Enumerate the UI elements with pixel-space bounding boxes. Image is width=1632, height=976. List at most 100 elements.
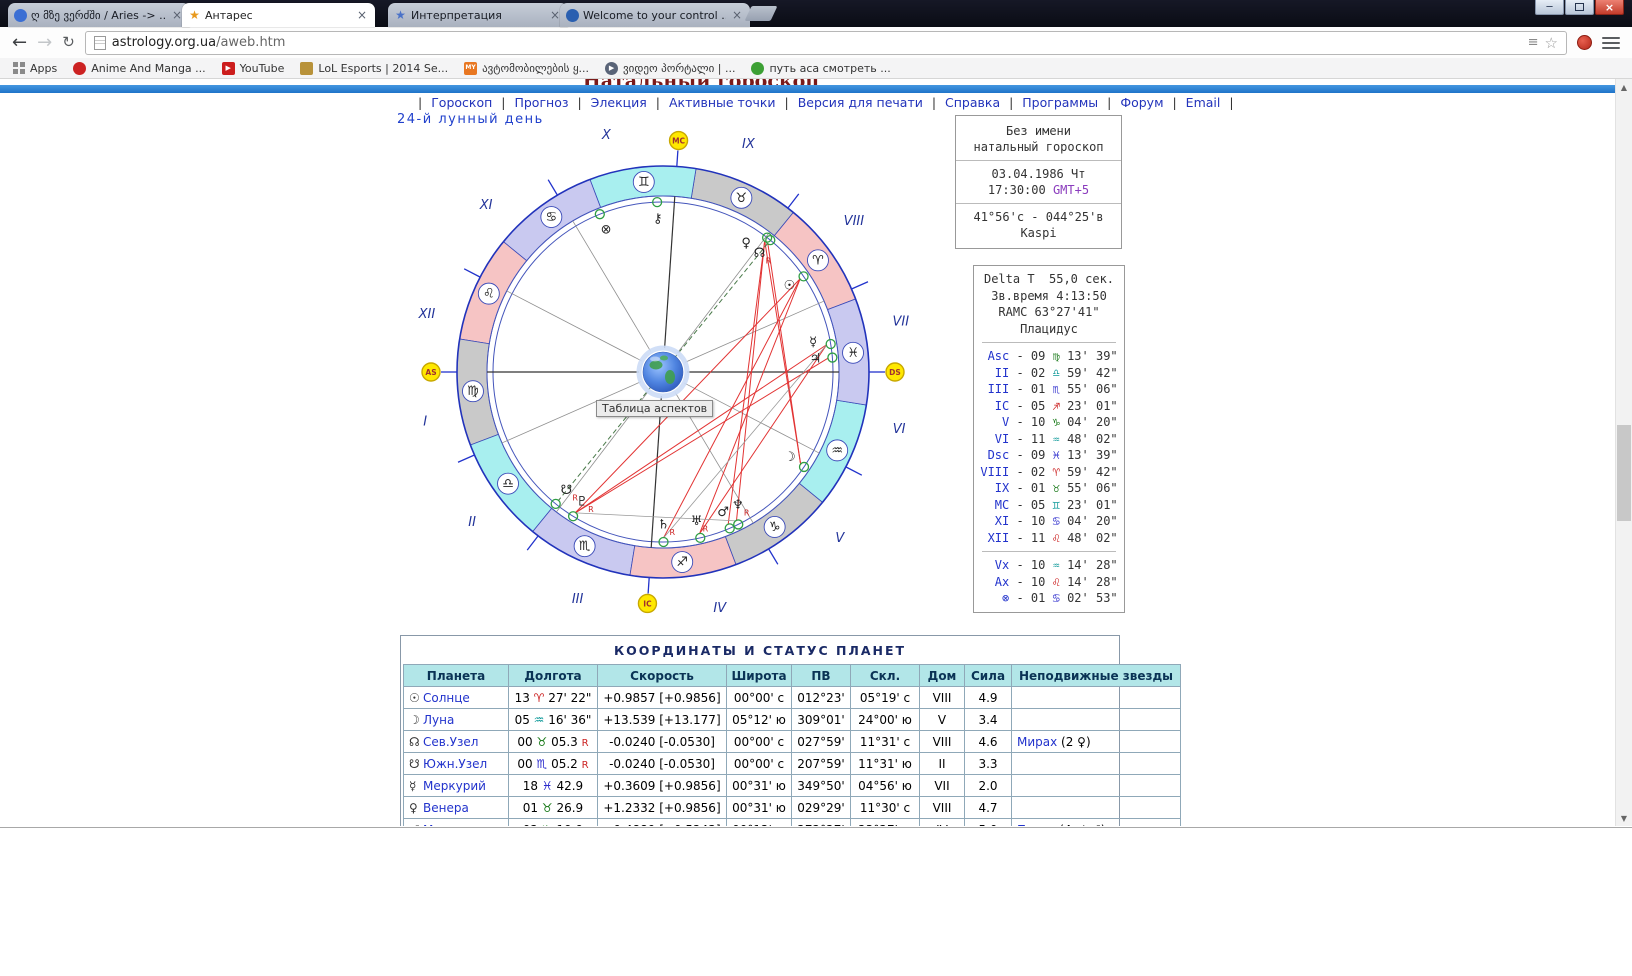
pv-cell: 027°59' bbox=[791, 730, 851, 753]
delta-t: Delta T 55,0 сек. bbox=[983, 272, 1115, 286]
axis-label: IC bbox=[643, 599, 652, 608]
cusp-label: XII bbox=[980, 530, 1010, 545]
sign-glyph: ♒ bbox=[533, 712, 545, 727]
planet-link[interactable]: Венера bbox=[423, 801, 469, 815]
browser-tab[interactable]: Welcome to your control ... × bbox=[560, 3, 750, 27]
nav-link[interactable]: Справка bbox=[945, 95, 1000, 110]
reload-button[interactable]: ↻ bbox=[62, 35, 75, 50]
cusp-label: MC bbox=[980, 497, 1010, 512]
browser-tab[interactable]: ★ Антарес × bbox=[182, 3, 375, 27]
cusp-tick bbox=[457, 454, 475, 463]
cusp-label: VIII bbox=[980, 464, 1010, 479]
window-maximize-button[interactable] bbox=[1565, 0, 1594, 15]
center-globe[interactable] bbox=[636, 345, 690, 399]
bookmark-favicon: ▶ bbox=[605, 61, 619, 75]
planet-link[interactable]: Сев.Узел bbox=[423, 735, 478, 749]
table-row: ☋ Южн.Узел 00 ♏ 05.2 R -0.0240 [-0.0530] 00°… bbox=[403, 752, 1181, 775]
house-cusp-row: II - 02 ♎ 59' 42" bbox=[980, 365, 1118, 380]
forward-button[interactable]: → bbox=[37, 33, 52, 52]
retrograde-mark: R bbox=[588, 505, 594, 514]
sign-glyph: ♍ bbox=[1052, 349, 1060, 363]
nav-link[interactable]: Форум bbox=[1120, 95, 1163, 110]
power-cell: 3.3 bbox=[964, 752, 1012, 775]
house-cusp-row: IX - 01 ♉ 55' 06" bbox=[980, 481, 1118, 495]
bookmark-item[interactable]: Apps bbox=[12, 62, 57, 75]
sign-glyph: ♓ bbox=[1052, 448, 1060, 462]
house-cusp-row: IC - 05 ♐ 23' 01" bbox=[980, 398, 1118, 413]
fixed-star-link[interactable]: Мирах bbox=[1017, 735, 1057, 749]
speed-cell: +1.2332 [+0.9856] bbox=[597, 796, 727, 819]
page-action-icon[interactable]: ≡ bbox=[1528, 35, 1539, 50]
address-bar[interactable]: astrology.org.ua/aweb.htm ≡ ☆ bbox=[84, 30, 1567, 55]
column-header: Неподвижные звезды bbox=[1011, 664, 1181, 687]
new-tab-button[interactable] bbox=[744, 6, 778, 21]
sign-glyph: ♑ bbox=[542, 823, 553, 827]
power-cell: 5.0 bbox=[964, 818, 1012, 826]
sign-glyph: ♋ bbox=[546, 210, 558, 225]
column-header: Скл. bbox=[850, 664, 920, 687]
scroll-down-button[interactable]: ▼ bbox=[1616, 810, 1632, 826]
table-row: ♀ Венера 01 ♉ 26.9 +1.2332 [+0.9856] 00°31' … bbox=[403, 796, 1181, 819]
bookmark-item[interactable]: Anime And Manga ... bbox=[73, 61, 206, 75]
cusp-list: Asc - 09 ♍ 13' 39" II - 02 ♎ 59' 42" III… bbox=[974, 348, 1124, 546]
bookmark-favicon bbox=[73, 61, 87, 75]
jupiter-glyph: ♃ bbox=[810, 352, 822, 367]
nav-link[interactable]: Email bbox=[1186, 95, 1221, 110]
bookmark-item[interactable]: LoL Esports | 2014 Se... bbox=[300, 61, 448, 75]
sign-glyph: ♑ bbox=[1052, 415, 1060, 429]
scroll-up-button[interactable]: ▲ bbox=[1616, 79, 1632, 95]
retrograde-mark: R bbox=[581, 759, 589, 771]
cusp-label: V bbox=[980, 415, 1010, 429]
tab-close-icon[interactable]: × bbox=[730, 8, 744, 22]
sun-glyph: ☉ bbox=[784, 278, 796, 293]
tab-title: Welcome to your control ... bbox=[583, 8, 726, 22]
fixed-star-cell bbox=[1011, 686, 1181, 709]
browser-tab[interactable]: ღ მზე ვერძში / Aries -> ... × bbox=[8, 3, 190, 27]
sign-glyph: ♏ bbox=[1052, 382, 1060, 396]
scrollbar-thumb[interactable] bbox=[1617, 425, 1631, 521]
menu-icon[interactable] bbox=[1602, 36, 1620, 49]
latitude-cell: 00°31' ю bbox=[726, 796, 792, 819]
planet-link[interactable]: Южн.Узел bbox=[423, 757, 487, 771]
cusp-tick bbox=[647, 577, 650, 594]
house-number: XI bbox=[479, 198, 493, 213]
birth-coords: 41°56'с - 044°25'в bbox=[973, 210, 1104, 224]
house-number: X bbox=[601, 128, 612, 143]
bookmark-item[interactable]: ▶ YouTube bbox=[221, 61, 284, 75]
sign-glyph: ♌ bbox=[1052, 574, 1060, 589]
tab-close-icon[interactable]: × bbox=[355, 8, 369, 22]
house-cell: V bbox=[919, 708, 965, 731]
latitude-cell: 00°00' с bbox=[726, 752, 792, 775]
bookmark-item[interactable]: ▶ ვიდეო პორტალი | ... bbox=[605, 61, 735, 75]
planet-link[interactable]: Марс bbox=[423, 823, 455, 827]
retrograde-mark: R bbox=[766, 256, 772, 265]
window-minimize-button[interactable]: ─ bbox=[1535, 0, 1564, 15]
cusp-tick bbox=[676, 150, 679, 167]
planet-link[interactable]: Меркурий bbox=[423, 779, 486, 793]
bookmark-item[interactable]: путь аса смотреть ... bbox=[751, 61, 891, 75]
power-cell: 4.7 bbox=[964, 796, 1012, 819]
bookmark-favicon bbox=[300, 61, 314, 75]
latitude-cell: 05°12' ю bbox=[726, 708, 792, 731]
nav-link[interactable]: Программы bbox=[1022, 95, 1098, 110]
browser-tab[interactable]: ★ Интерпретация × bbox=[388, 3, 568, 27]
bookmark-star-icon[interactable]: ☆ bbox=[1545, 34, 1558, 52]
table-row: ☽ Луна 05 ♒ 16' 36" +13.539 [+13.177] 05°12'… bbox=[403, 708, 1181, 731]
bookmark-item[interactable]: MY ავტომობილების ყ... bbox=[464, 61, 589, 75]
planet-cell: ♂Марс bbox=[403, 818, 509, 827]
planet-link[interactable]: Луна bbox=[423, 713, 454, 727]
moon-glyph: ☽ bbox=[784, 450, 796, 465]
window-close-button[interactable]: × bbox=[1595, 0, 1624, 15]
scrollbar[interactable]: ▲ ▼ bbox=[1615, 79, 1632, 826]
column-header: Широта bbox=[726, 664, 792, 687]
fixed-star-link[interactable]: Полис bbox=[1017, 823, 1055, 827]
axis-label: DS bbox=[889, 368, 901, 377]
planet-table-grid: Планета Долгота Скорость Широта ПВ Скл. Дом Сил… bbox=[403, 664, 1181, 826]
pv-cell: 272°27' bbox=[791, 818, 851, 826]
back-button[interactable]: ← bbox=[12, 33, 27, 52]
extension-icon[interactable] bbox=[1577, 35, 1592, 50]
planet-cell: ☋ Южн.Узел bbox=[403, 752, 509, 775]
sign-glyph: ♈ bbox=[533, 690, 545, 705]
house-cell: II bbox=[919, 752, 965, 775]
planet-link[interactable]: Солнце bbox=[423, 691, 470, 705]
